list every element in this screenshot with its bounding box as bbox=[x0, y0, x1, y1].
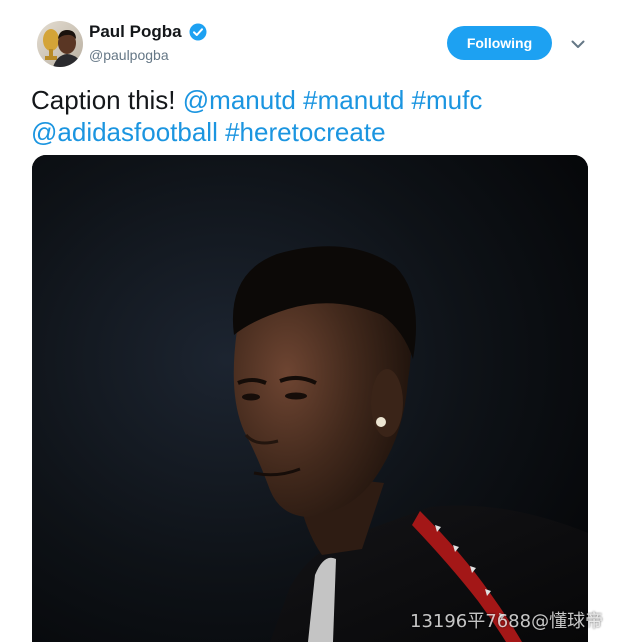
tweet-photo-image bbox=[32, 155, 588, 642]
tweet-text-plain: Caption this! bbox=[31, 85, 176, 115]
verified-badge-icon bbox=[189, 23, 207, 41]
hashtag-link[interactable]: #mufc bbox=[412, 85, 483, 115]
following-button[interactable]: Following bbox=[447, 26, 552, 60]
mention-link[interactable]: @adidasfootball bbox=[31, 117, 218, 147]
tweet-photo[interactable] bbox=[32, 155, 588, 642]
tweet-text-line: @adidasfootball #heretocreate bbox=[31, 116, 482, 148]
tweet-text: Caption this! @manutd #manutd #mufc @adi… bbox=[31, 84, 482, 148]
chevron-down-icon[interactable] bbox=[571, 40, 585, 49]
watermark: 13196平7688@懂球帝 bbox=[410, 611, 604, 632]
hashtag-link[interactable]: #manutd bbox=[303, 85, 404, 115]
author-handle[interactable]: @paulpogba bbox=[89, 47, 169, 63]
tweet-text-line: Caption this! @manutd #manutd #mufc bbox=[31, 84, 482, 116]
author-name[interactable]: Paul Pogba bbox=[89, 22, 182, 42]
mention-link[interactable]: @manutd bbox=[183, 85, 296, 115]
hashtag-link[interactable]: #heretocreate bbox=[225, 117, 385, 147]
avatar-photo-icon bbox=[37, 21, 83, 67]
avatar[interactable] bbox=[37, 21, 83, 67]
